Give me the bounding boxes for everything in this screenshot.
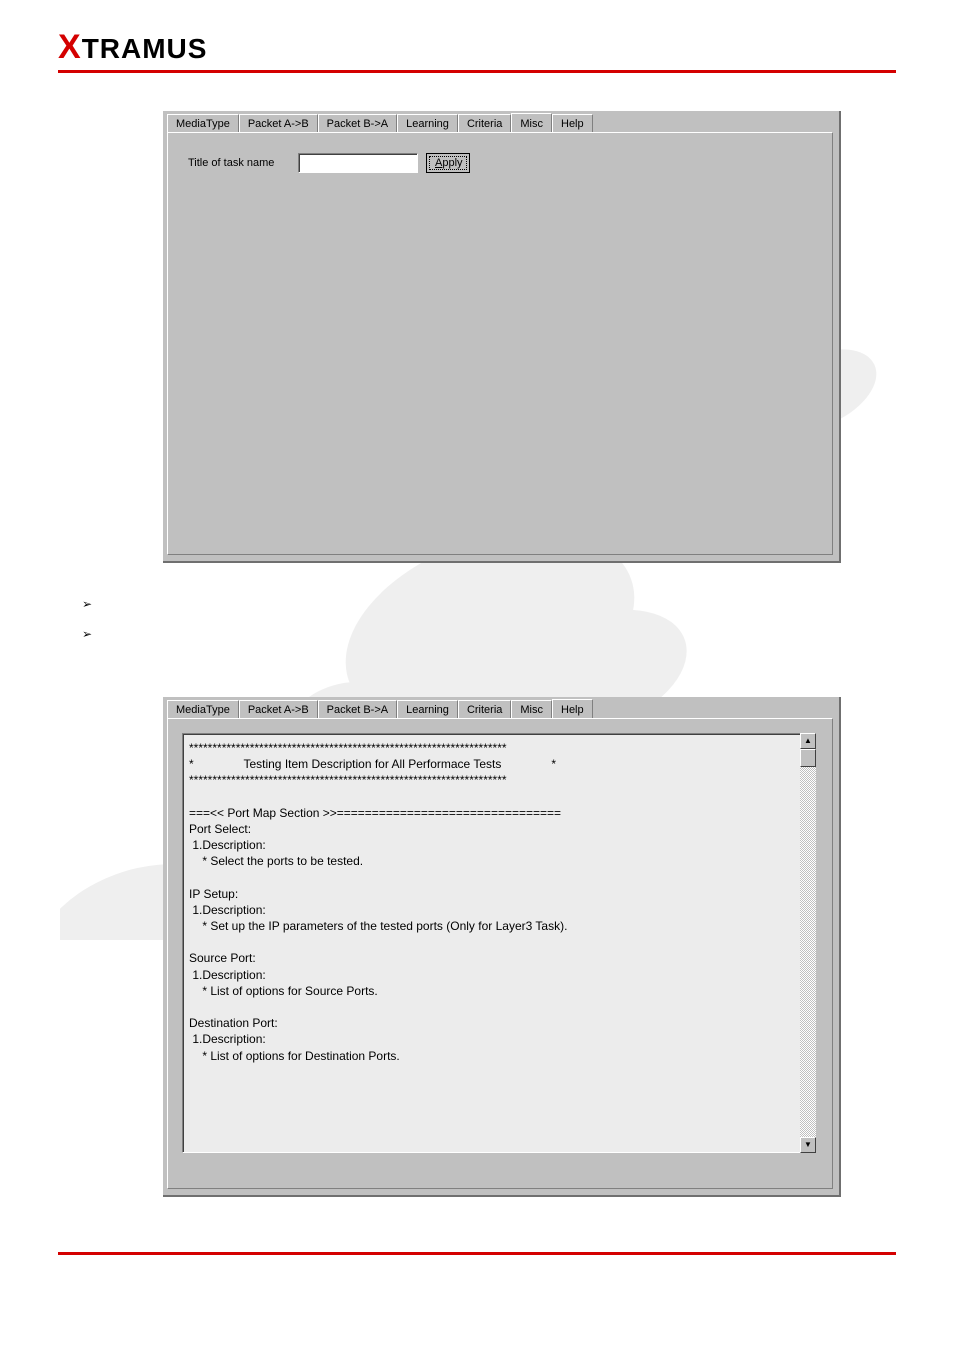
tabbar-1: MediaType Packet A->B Packet B->A Learni… (167, 113, 593, 133)
scroll-thumb[interactable] (800, 749, 816, 767)
apply-button-rest: pply (442, 157, 462, 169)
tab-criteria[interactable]: Criteria (458, 114, 511, 134)
scroll-up-button[interactable]: ▲ (800, 733, 816, 749)
config-panel-misc: MediaType Packet A->B Packet B->A Learni… (163, 111, 841, 563)
tab-packet-a-b[interactable]: Packet A->B (239, 700, 318, 720)
header-rule (58, 70, 896, 73)
bullet-icon: ➢ (82, 597, 92, 611)
tab-help[interactable]: Help (552, 699, 593, 719)
tab-packet-a-b[interactable]: Packet A->B (239, 114, 318, 134)
footer-rule (58, 1252, 896, 1255)
tabcontent-help: ****************************************… (167, 718, 833, 1189)
tabcontent-misc: Title of task name Apply (167, 132, 833, 555)
apply-button[interactable]: Apply (426, 153, 470, 173)
tab-misc[interactable]: Misc (511, 700, 552, 720)
task-title-label: Title of task name (188, 157, 274, 169)
scroll-down-button[interactable]: ▼ (800, 1137, 816, 1153)
tab-mediatype[interactable]: MediaType (167, 114, 239, 134)
tab-packet-b-a[interactable]: Packet B->A (318, 114, 397, 134)
brand-logo: XTRAMUS (58, 28, 207, 67)
tab-mediatype[interactable]: MediaType (167, 700, 239, 720)
help-textarea[interactable]: ****************************************… (182, 733, 816, 1153)
tabbar-2: MediaType Packet A->B Packet B->A Learni… (167, 699, 593, 719)
tab-learning[interactable]: Learning (397, 114, 458, 134)
tab-help[interactable]: Help (552, 114, 593, 134)
tab-criteria[interactable]: Criteria (458, 700, 511, 720)
bullet-icon: ➢ (82, 627, 92, 641)
help-scrollbar[interactable]: ▲ ▼ (800, 733, 816, 1153)
scroll-track[interactable] (800, 749, 816, 1137)
task-title-input[interactable] (298, 153, 418, 173)
config-panel-help: MediaType Packet A->B Packet B->A Learni… (163, 697, 841, 1197)
tab-misc[interactable]: Misc (511, 113, 552, 133)
tab-learning[interactable]: Learning (397, 700, 458, 720)
tab-packet-b-a[interactable]: Packet B->A (318, 700, 397, 720)
